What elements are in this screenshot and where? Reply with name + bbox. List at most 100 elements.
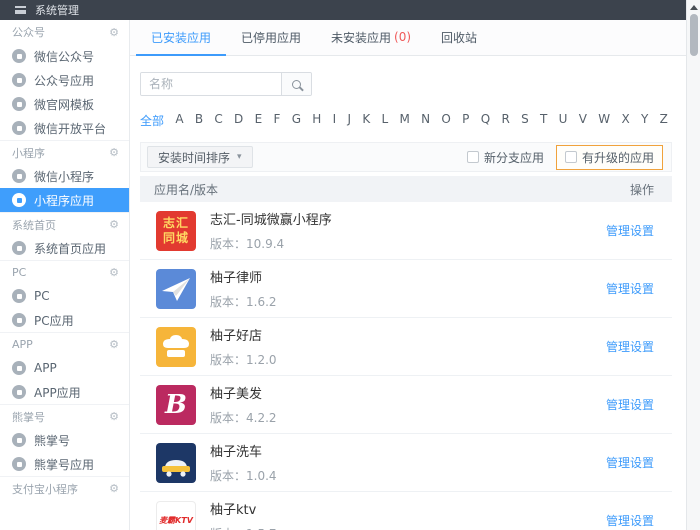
letter-filter-item[interactable]: J: [347, 112, 351, 126]
letter-filter-item[interactable]: C: [214, 112, 222, 126]
sidebar-item[interactable]: 公众号应用: [0, 68, 129, 92]
sidebar-item[interactable]: 微信公众号: [0, 44, 129, 68]
sidebar-item[interactable]: 熊掌号: [0, 428, 129, 452]
letter-filter-item[interactable]: Z: [660, 112, 668, 126]
letter-filter-item[interactable]: S: [521, 112, 529, 126]
sidebar-item-label: 小程序应用: [34, 192, 94, 209]
app-logo: [156, 269, 196, 309]
scroll-up-icon[interactable]: [690, 5, 698, 10]
item-icon-dot: [17, 366, 22, 371]
app-meta: 柚子洗车版本：1.0.4: [210, 441, 592, 484]
checkbox[interactable]: [565, 151, 577, 163]
letter-filter-item[interactable]: B: [195, 112, 203, 126]
item-icon-dot: [17, 174, 22, 179]
manage-settings-link[interactable]: 管理设置: [606, 280, 654, 297]
scrollbar[interactable]: [686, 0, 700, 530]
manage-settings-link[interactable]: 管理设置: [606, 512, 654, 529]
tab-3[interactable]: 回收站: [426, 20, 492, 56]
sidebar-section-header: 小程序⚙: [0, 140, 129, 164]
letter-filter-item[interactable]: A: [175, 112, 183, 126]
letter-filter-item[interactable]: P: [462, 112, 469, 126]
manage-settings-link[interactable]: 管理设置: [606, 222, 654, 239]
gear-icon[interactable]: ⚙: [109, 26, 119, 39]
filter-item-0[interactable]: 新分支应用: [467, 149, 544, 166]
filter-item-1[interactable]: 有升级的应用: [556, 145, 663, 170]
manage-settings-link[interactable]: 管理设置: [606, 338, 654, 355]
letter-filter-item[interactable]: O: [441, 112, 450, 126]
letter-filter-item[interactable]: U: [559, 112, 568, 126]
letter-filter-item[interactable]: E: [255, 112, 263, 126]
item-icon: [12, 97, 26, 111]
sidebar-item[interactable]: 小程序应用: [0, 188, 129, 212]
search-icon: [292, 80, 301, 89]
gear-icon[interactable]: ⚙: [109, 146, 119, 159]
app-name: 柚子洗车: [210, 441, 592, 460]
letter-filter-item[interactable]: D: [234, 112, 243, 126]
sidebar-item[interactable]: 微信小程序: [0, 164, 129, 188]
gear-icon[interactable]: ⚙: [109, 482, 119, 495]
sidebar-item-label: 公众号应用: [34, 72, 94, 89]
checkbox[interactable]: [467, 151, 479, 163]
sidebar-item-label: PC: [34, 289, 50, 303]
letter-filter-item[interactable]: T: [540, 112, 547, 126]
letter-filter-item[interactable]: X: [621, 112, 629, 126]
letter-filter-item[interactable]: K: [362, 112, 370, 126]
filter-label: 有升级的应用: [582, 149, 654, 166]
gear-icon[interactable]: ⚙: [109, 266, 119, 279]
item-icon: [12, 49, 26, 63]
letter-filter-item[interactable]: F: [273, 112, 280, 126]
item-icon-dot: [17, 102, 22, 107]
letter-filter-item[interactable]: R: [501, 112, 509, 126]
table-header: 应用名/版本 操作: [140, 176, 672, 202]
tab-count-badge: (0): [394, 30, 411, 44]
section-label: 公众号: [12, 24, 45, 40]
table-row: 麦霸KTV柚子ktv版本：1.5.7管理设置: [140, 492, 672, 530]
item-icon: [12, 289, 26, 303]
sort-label: 安装时间排序: [158, 149, 230, 166]
sidebar-item-label: APP: [34, 361, 57, 375]
manage-settings-link[interactable]: 管理设置: [606, 454, 654, 471]
sidebar-item[interactable]: PC: [0, 284, 129, 308]
sidebar-item-label: APP应用: [34, 384, 81, 401]
letter-filter-item[interactable]: Q: [481, 112, 490, 126]
gear-icon[interactable]: ⚙: [109, 218, 119, 231]
app-meta: 志汇-同城微赢小程序版本：10.9.4: [210, 209, 592, 252]
search-input[interactable]: [141, 73, 281, 95]
section-label: 系统首页: [12, 217, 56, 233]
sidebar-item[interactable]: APP应用: [0, 380, 129, 404]
tab-1[interactable]: 已停用应用: [226, 20, 316, 56]
letter-filter-item[interactable]: V: [579, 112, 587, 126]
app-version: 版本：1.0.4: [210, 467, 592, 484]
tab-2[interactable]: 未安装应用(0): [316, 20, 426, 56]
letter-filter-item[interactable]: 全部: [140, 112, 164, 126]
app-name: 柚子好店: [210, 325, 592, 344]
sort-dropdown[interactable]: 安装时间排序 ▾: [147, 146, 253, 168]
search-button[interactable]: [281, 73, 311, 95]
letter-filter-item[interactable]: M: [399, 112, 409, 126]
sidebar-section-header: PC⚙: [0, 260, 129, 284]
sidebar-item[interactable]: 微信开放平台: [0, 116, 129, 140]
letter-filter: 全部 ABCDEFGHIJKLMNOPQRSTUVWXYZ: [140, 112, 672, 126]
sidebar-item[interactable]: APP: [0, 356, 129, 380]
gear-icon[interactable]: ⚙: [109, 338, 119, 351]
manage-settings-link[interactable]: 管理设置: [606, 396, 654, 413]
letter-filter-item[interactable]: G: [292, 112, 301, 126]
letter-filter-item[interactable]: Y: [641, 112, 648, 126]
page-title: 系统管理: [35, 2, 79, 18]
letter-filter-item[interactable]: H: [312, 112, 321, 126]
sidebar-item[interactable]: PC应用: [0, 308, 129, 332]
tab-label: 回收站: [441, 29, 477, 46]
letter-filter-item[interactable]: L: [381, 112, 388, 126]
gear-icon[interactable]: ⚙: [109, 410, 119, 423]
letter-filter-item[interactable]: W: [598, 112, 610, 126]
letter-filter-item[interactable]: I: [333, 112, 337, 126]
letter-filter-item[interactable]: N: [421, 112, 430, 126]
sidebar-item[interactable]: 熊掌号应用: [0, 452, 129, 476]
sidebar-item[interactable]: 微官网模板: [0, 92, 129, 116]
tab-0[interactable]: 已安装应用: [136, 20, 226, 56]
sidebar-item[interactable]: 系统首页应用: [0, 236, 129, 260]
item-icon: [12, 193, 26, 207]
scrollbar-thumb[interactable]: [690, 14, 698, 56]
app-logo: [156, 443, 196, 483]
menu-icon[interactable]: [15, 6, 26, 14]
